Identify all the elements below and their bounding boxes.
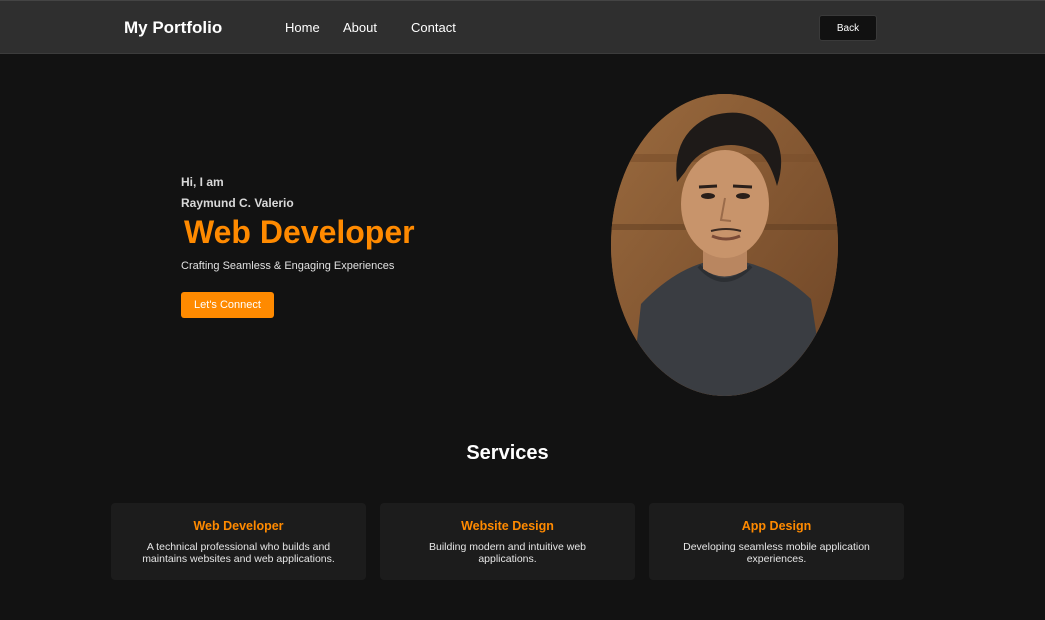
service-card-title: Web Developer	[193, 519, 284, 533]
nav-about-link[interactable]: About	[343, 20, 377, 35]
nav-home-link[interactable]: Home	[285, 20, 320, 35]
services-heading: Services	[466, 442, 549, 464]
service-card-description: Building modern and intuitive web applic…	[428, 541, 586, 565]
top-navbar: My Portfolio Home About Contact Back	[0, 0, 1045, 54]
service-card-description: Developing seamless mobile application e…	[683, 541, 870, 565]
nav-contact-link[interactable]: Contact	[411, 20, 456, 35]
profile-photo	[611, 94, 838, 396]
service-card-title: App Design	[741, 519, 812, 533]
hero-role-title: Web Developer	[184, 214, 415, 250]
service-card-description: A technical professional who builds and …	[142, 541, 335, 565]
hero-name: Raymund C. Valerio	[181, 196, 294, 210]
service-card-website-design: Website Design Building modern and intui…	[380, 503, 635, 580]
brand-logo-text[interactable]: My Portfolio	[124, 18, 222, 38]
lets-connect-button[interactable]: Let's Connect	[181, 292, 274, 318]
back-button[interactable]: Back	[819, 15, 877, 41]
portrait-illustration	[611, 94, 838, 396]
service-card-web-developer: Web Developer A technical professional w…	[111, 503, 366, 580]
hero-greeting: Hi, I am	[181, 175, 224, 189]
service-card-app-design: App Design Developing seamless mobile ap…	[649, 503, 904, 580]
hero-tagline: Crafting Seamless & Engaging Experiences	[181, 260, 395, 272]
service-card-title: Website Design	[461, 519, 554, 533]
